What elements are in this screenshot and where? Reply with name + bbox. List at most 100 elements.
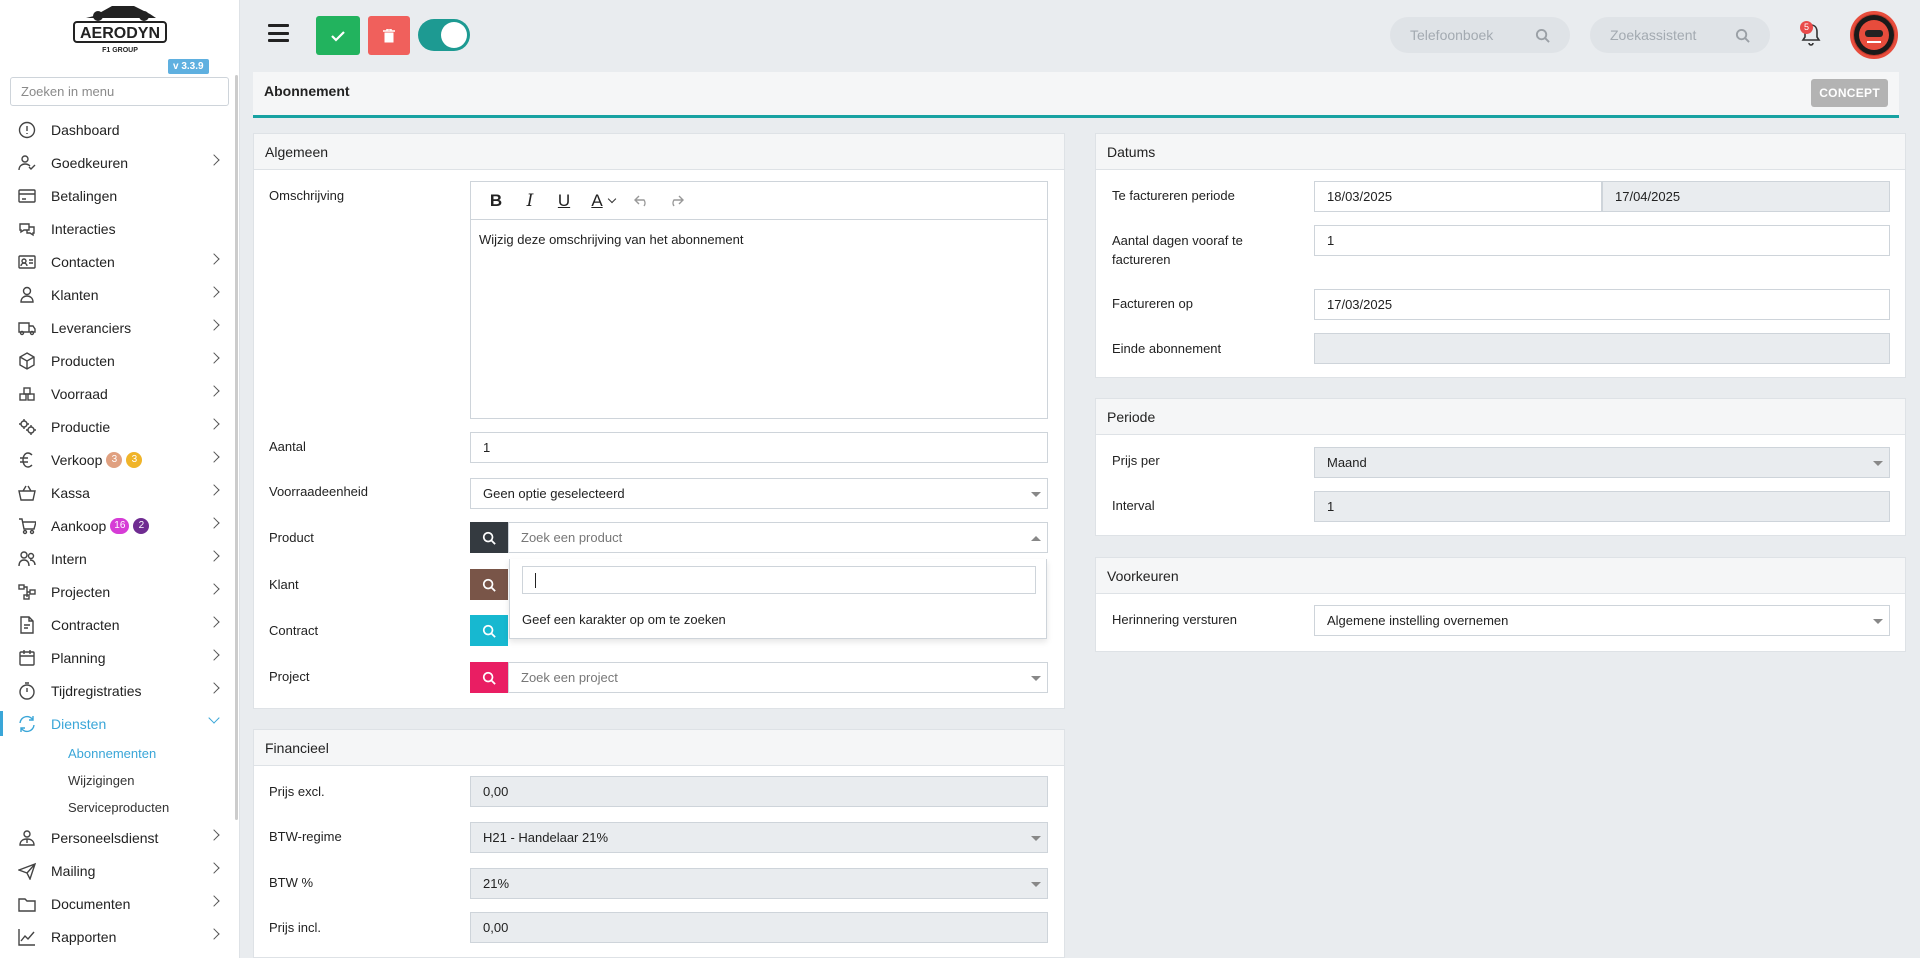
project-select[interactable]: Zoek een project (508, 662, 1048, 693)
sidebar-item-label: Personeelsdienst (51, 829, 159, 846)
sidebar-item-personeelsdienst[interactable]: Personeelsdienst (0, 821, 232, 854)
btw-regime-label: BTW-regime (269, 829, 342, 844)
italic-button[interactable]: I (513, 187, 547, 215)
box-icon (16, 351, 38, 370)
btw-pct-select[interactable]: 21% (470, 868, 1048, 899)
chevron-right-icon (208, 928, 220, 940)
sidebar-item-betalingen[interactable]: Betalingen (0, 179, 232, 212)
sidebar-item-label: Planning (51, 649, 106, 666)
notification-badge: 5 (1800, 21, 1813, 34)
verkoop-badge-2: 3 (126, 451, 143, 468)
active-toggle[interactable] (418, 19, 470, 51)
redo-icon (672, 195, 684, 206)
prijs-per-select[interactable]: Maand (1314, 447, 1890, 478)
sidebar-item-klanten[interactable]: Klanten (0, 278, 232, 311)
btw-regime-select[interactable]: H21 - Handelaar 21% (470, 822, 1048, 853)
periode-end-input[interactable]: 17/04/2025 (1602, 181, 1890, 212)
contract-search-button[interactable] (470, 615, 508, 646)
product-label: Product (269, 530, 314, 545)
editor-content[interactable]: Wijzig deze omschrijving van het abonnem… (471, 220, 1047, 259)
folder-icon (16, 895, 38, 913)
text-color-button[interactable]: A (581, 187, 625, 215)
assistant-search[interactable]: Zoekassistent (1590, 17, 1770, 53)
sidebar-item-contacten[interactable]: Contacten (0, 245, 232, 278)
trash-icon (383, 28, 395, 42)
dagen-input[interactable]: 1 (1314, 225, 1890, 256)
redo-button[interactable] (659, 187, 693, 215)
sidebar-item-productie[interactable]: Productie (0, 410, 232, 443)
sidebar-item-mailing[interactable]: Mailing (0, 854, 232, 887)
menu-search-input[interactable] (10, 77, 229, 106)
sidebar-item-interacties[interactable]: Interacties (0, 212, 232, 245)
hamburger-menu-icon[interactable] (268, 24, 289, 42)
sidebar-subitem-abonnementen[interactable]: Abonnementen (0, 740, 232, 767)
sidebar-item-documenten[interactable]: Documenten (0, 887, 232, 920)
project-icon (16, 583, 38, 601)
sidebar-item-intern[interactable]: Intern (0, 542, 232, 575)
sidebar-item-goedkeuren[interactable]: Goedkeuren (0, 146, 232, 179)
text-caret (535, 573, 536, 588)
sidebar-item-producten[interactable]: Producten (0, 344, 232, 377)
omschrijving-label: Omschrijving (269, 188, 345, 203)
interval-input[interactable]: 1 (1314, 491, 1890, 522)
delete-button[interactable] (368, 16, 410, 55)
caret-down-icon (1031, 492, 1041, 497)
avatar-image (1854, 15, 1894, 55)
sidebar-item-kassa[interactable]: Kassa (0, 476, 232, 509)
avatar[interactable] (1850, 11, 1898, 59)
sidebar-subitem-serviceproducten[interactable]: Serviceproducten (0, 794, 232, 821)
herinnering-select[interactable]: Algemene instelling overnemen (1314, 605, 1890, 636)
sidebar-item-projecten[interactable]: Projecten (0, 575, 232, 608)
svg-text:AERODYN: AERODYN (80, 25, 160, 42)
sidebar-item-voorraad[interactable]: Voorraad (0, 377, 232, 410)
product-dropdown-search-input[interactable] (522, 566, 1036, 594)
chevron-right-icon (208, 517, 220, 529)
prijs-excl-input[interactable]: 0,00 (470, 776, 1048, 807)
assistant-placeholder: Zoekassistent (1610, 27, 1697, 43)
search-icon (482, 531, 496, 545)
sidebar-item-rapporten[interactable]: Rapporten (0, 920, 232, 953)
sidebar-item-tijdregistraties[interactable]: Tijdregistraties (0, 674, 232, 707)
aerodyn-logo[interactable]: AERODYN F1 GROUP (72, 2, 168, 56)
dagen-label: Aantal dagen vooraf te factureren (1112, 233, 1243, 267)
project-search-button[interactable] (470, 662, 508, 693)
sidebar-item-label: Intern (51, 550, 87, 567)
prijs-incl-input[interactable]: 0,00 (470, 912, 1048, 943)
aantal-input[interactable]: 1 (470, 432, 1048, 463)
send-icon (16, 862, 38, 880)
aantal-label: Aantal (269, 439, 306, 454)
sidebar-item-label: Productie (51, 418, 111, 435)
text-color-icon: A (591, 190, 603, 210)
sidebar-item-label: Dashboard (51, 121, 120, 138)
factureren-op-input[interactable]: 17/03/2025 (1314, 289, 1890, 320)
product-placeholder: Zoek een product (521, 530, 623, 545)
klant-search-button[interactable] (470, 569, 508, 600)
save-button[interactable] (316, 16, 360, 55)
bold-button[interactable]: B (479, 187, 513, 215)
voorraadeenheid-select[interactable]: Geen optie geselecteerd (470, 478, 1048, 509)
sidebar-item-planning[interactable]: Planning (0, 641, 232, 674)
periode-start-input[interactable]: 18/03/2025 (1314, 181, 1602, 212)
phonebook-placeholder: Telefoonboek (1410, 27, 1494, 43)
sidebar-subitem-wijzigingen[interactable]: Wijzigingen (0, 767, 232, 794)
chat-icon (16, 220, 38, 238)
einde-input[interactable] (1314, 333, 1890, 364)
product-select[interactable]: Zoek een product (508, 522, 1048, 553)
sidebar-scrollbar[interactable] (235, 75, 238, 820)
sidebar-item-leveranciers[interactable]: Leveranciers (0, 311, 232, 344)
chevron-right-icon (208, 319, 220, 331)
sidebar-item-label: Contacten (51, 253, 115, 270)
omschrijving-editor[interactable]: B I U A Wijzig deze omschrijving van het… (470, 181, 1048, 419)
sidebar-item-diensten[interactable]: Diensten (0, 707, 232, 740)
periode-heading: Periode (1096, 399, 1905, 435)
product-search-button[interactable] (470, 522, 508, 553)
sidebar-item-aankoop[interactable]: Aankoop 16 2 (0, 509, 232, 542)
sidebar-item-contracten[interactable]: Contracten (0, 608, 232, 641)
underline-button[interactable]: U (547, 187, 581, 215)
sidebar-item-dashboard[interactable]: Dashboard (0, 113, 232, 146)
toggle-knob (441, 22, 467, 48)
undo-button[interactable] (625, 187, 659, 215)
phonebook-search[interactable]: Telefoonboek (1390, 17, 1570, 53)
caret-down-icon (1031, 882, 1041, 887)
sidebar-item-verkoop[interactable]: Verkoop 3 3 (0, 443, 232, 476)
